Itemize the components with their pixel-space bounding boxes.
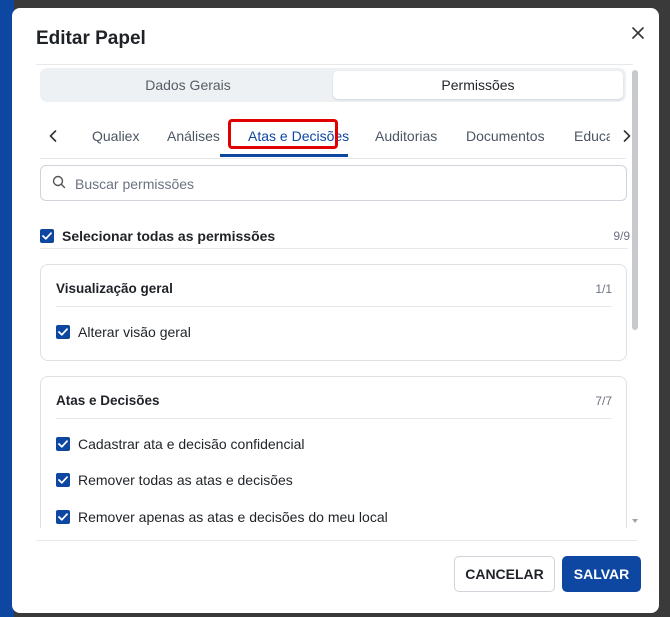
group-divider xyxy=(56,306,612,307)
permission-checkbox[interactable] xyxy=(56,510,70,524)
search-field xyxy=(40,165,627,202)
scroll-down-arrow-icon[interactable] xyxy=(630,516,640,526)
checkmark-icon xyxy=(42,232,52,240)
permission-label: Remover apenas as atas e decisões do meu… xyxy=(78,509,388,525)
group-count: 7/7 xyxy=(595,394,612,408)
permission-label: Alterar visão geral xyxy=(78,324,191,340)
edit-role-dialog: Editar Papel Dados Gerais Permissões Qua… xyxy=(12,8,659,613)
permission-checkbox[interactable] xyxy=(56,437,70,451)
permission-label: Remover todas as atas e decisões xyxy=(78,472,293,488)
select-all-count: 9/9 xyxy=(613,229,630,243)
save-button[interactable]: SALVAR xyxy=(562,556,641,592)
footer-divider xyxy=(36,540,637,541)
select-all-label: Selecionar todas as permissões xyxy=(62,228,276,244)
group-count: 1/1 xyxy=(595,282,612,296)
select-all-divider xyxy=(40,248,628,249)
tab-auditorias[interactable]: Auditorias xyxy=(375,128,437,144)
permission-item: Remover apenas as atas e decisões do meu… xyxy=(56,509,388,525)
group-title: Visualização geral xyxy=(56,281,173,296)
permission-checkbox[interactable] xyxy=(56,325,70,339)
section-switch: Dados Gerais Permissões xyxy=(40,68,626,102)
search-input[interactable] xyxy=(73,166,617,202)
tab-educacao[interactable]: Educação xyxy=(574,128,610,144)
tab-permissoes[interactable]: Permissões xyxy=(333,71,623,99)
checkmark-icon xyxy=(58,513,68,521)
permission-item: Cadastrar ata e decisão confidencial xyxy=(56,436,304,452)
group-divider xyxy=(56,418,612,419)
chevron-left-icon xyxy=(49,130,57,142)
select-all-row: Selecionar todas as permissões 9/9 xyxy=(40,224,630,248)
tab-analises[interactable]: Análises xyxy=(167,128,220,144)
search-icon xyxy=(52,175,66,189)
checkmark-icon xyxy=(58,476,68,484)
checkmark-icon xyxy=(58,328,68,336)
chevron-right-icon xyxy=(623,130,631,142)
tab-qualiex[interactable]: Qualiex xyxy=(92,128,139,144)
permission-checkbox[interactable] xyxy=(56,473,70,487)
dialog-body: Dados Gerais Permissões Qualiex Análises… xyxy=(12,8,659,528)
permission-group-atas: Atas e Decisões 7/7 Cadastrar ata e deci… xyxy=(40,376,627,528)
scrollbar-thumb[interactable] xyxy=(632,70,638,330)
permission-label: Cadastrar ata e decisão confidencial xyxy=(78,436,305,452)
permission-item: Remover todas as atas e decisões xyxy=(56,472,293,488)
group-title: Atas e Decisões xyxy=(56,393,160,408)
active-tab-indicator xyxy=(220,154,348,157)
tab-highlight-annotation xyxy=(228,119,338,149)
module-tabs: Qualiex Análises Atas e Decisões Auditor… xyxy=(40,116,631,159)
permission-item: Alterar visão geral xyxy=(56,324,191,340)
tab-dados-gerais[interactable]: Dados Gerais xyxy=(43,71,333,99)
select-all-checkbox[interactable] xyxy=(40,229,54,243)
cancel-button[interactable]: CANCELAR xyxy=(454,556,555,592)
permission-group-visualizacao: Visualização geral 1/1 Alterar visão ger… xyxy=(40,264,627,361)
tab-documentos[interactable]: Documentos xyxy=(466,128,545,144)
checkmark-icon xyxy=(58,440,68,448)
